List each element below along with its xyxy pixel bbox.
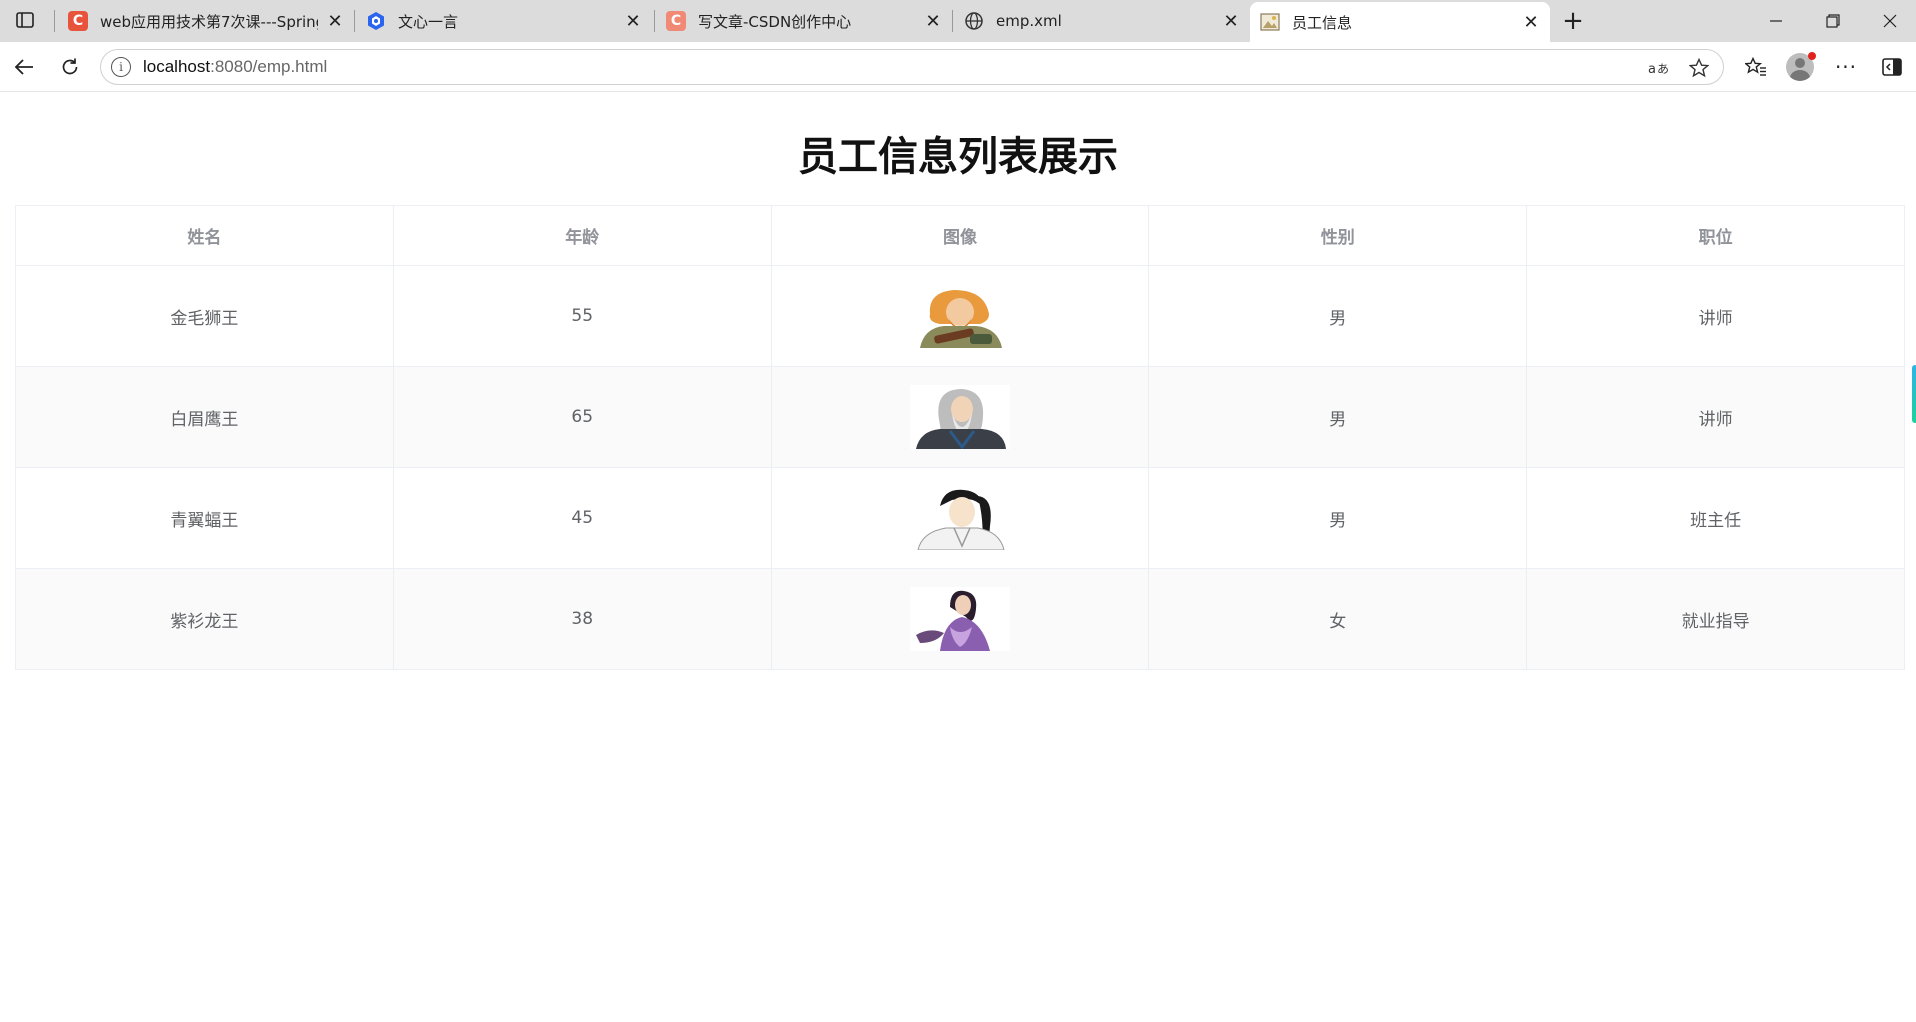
tab-strip: C web应用用技术第7次课---SpringBo ✕ 文心一言 ✕ C 写文章… [0,0,1916,42]
employee-table: 姓名 年龄 图像 性别 职位 金毛狮王 55 男 讲师 白眉鹰王 65 男 讲师… [15,205,1905,670]
svg-text:あ: あ [1657,62,1669,76]
restore-button[interactable] [1805,0,1861,42]
tab-title: 员工信息 [1292,13,1353,32]
cell-image [770,568,1150,670]
sidebar-icon[interactable] [1876,51,1908,83]
minimize-button[interactable] [1748,0,1804,42]
csdn-icon: C [666,11,686,31]
csdn-icon: C [68,11,88,31]
cell-job: 讲师 [1526,265,1905,367]
cell-age: 65 [392,366,772,468]
cell-name: 金毛狮王 [15,265,394,367]
cell-name: 白眉鹰王 [15,366,394,468]
tab-wenxin[interactable]: 文心一言 ✕ [356,4,652,38]
tab-title: web应用用技术第7次课---SpringBo [100,12,318,31]
wenxin-icon [366,11,386,31]
tab-csdn-write[interactable]: C 写文章-CSDN创作中心 ✕ [656,4,952,38]
close-icon[interactable]: ✕ [922,10,944,32]
table-row: 紫衫龙王 38 女 就业指导 [15,568,1905,670]
cell-gender: 男 [1148,265,1528,367]
more-options-icon[interactable]: ··· [1830,51,1862,83]
cell-gender: 男 [1148,366,1528,468]
address-bar[interactable]: i localhost:8080/emp.html aあ [100,49,1724,85]
tab-title: 写文章-CSDN创作中心 [698,12,852,31]
tab-springboot[interactable]: C web应用用技术第7次课---SpringBo ✕ [58,4,354,38]
cell-name: 紫衫龙王 [15,568,394,670]
sidebar-toggle-icon[interactable] [10,7,40,33]
page-content: 员工信息列表展示 姓名 年龄 图像 性别 职位 金毛狮王 55 男 讲师 白眉鹰… [4,92,1916,1022]
tab-title: emp.xml [996,12,1062,30]
column-header-name: 姓名 [15,205,394,266]
read-aloud-icon[interactable]: aあ [1647,56,1671,80]
browser-toolbar: i localhost:8080/emp.html aあ ··· [0,42,1916,92]
close-window-button[interactable] [1862,0,1916,42]
cell-job: 就业指导 [1526,568,1905,670]
purple-robe-dragon-king-avatar [909,587,1010,651]
image-icon [1260,12,1280,32]
refresh-icon[interactable] [54,51,86,83]
tab-title: 文心一言 [398,12,459,31]
table-header-row: 姓名 年龄 图像 性别 职位 [15,205,1905,266]
table-row: 金毛狮王 55 男 讲师 [15,265,1905,367]
cell-name: 青翼蝠王 [15,467,394,569]
cell-age: 38 [392,568,772,670]
back-arrow-icon[interactable] [8,51,40,83]
cell-job: 讲师 [1526,366,1905,468]
table-row: 白眉鹰王 65 男 讲师 [15,366,1905,468]
close-icon[interactable]: ✕ [622,10,644,32]
cell-gender: 女 [1148,568,1528,670]
close-icon[interactable]: ✕ [1520,11,1542,33]
info-icon[interactable]: i [111,57,131,77]
cell-job: 班主任 [1526,467,1905,569]
column-header-age: 年龄 [392,205,772,266]
column-header-image: 图像 [770,205,1150,266]
cell-gender: 男 [1148,467,1528,569]
notification-dot [1808,52,1816,60]
table-row: 青翼蝠王 45 男 班主任 [15,467,1905,569]
scrollbar-thumb[interactable] [1912,365,1916,423]
column-header-job: 职位 [1526,205,1905,266]
favorite-star-icon[interactable] [1687,56,1711,80]
tab-emp-xml[interactable]: emp.xml ✕ [954,4,1250,38]
new-tab-button[interactable]: + [1558,6,1588,36]
cell-image [770,265,1150,367]
close-icon[interactable]: ✕ [1220,10,1242,32]
golden-lion-king-avatar [909,284,1010,348]
globe-icon [964,11,984,31]
url-text: localhost:8080/emp.html [143,57,328,76]
tab-employee-info[interactable]: 员工信息 ✕ [1250,2,1550,42]
cell-image [770,366,1150,468]
favorites-icon[interactable] [1740,51,1772,83]
close-icon[interactable]: ✕ [324,10,346,32]
green-wing-bat-king-avatar [909,486,1010,550]
svg-text:a: a [1648,62,1656,76]
white-eyebrow-eagle-king-avatar [909,385,1010,449]
column-header-gender: 性别 [1148,205,1528,266]
cell-image [770,467,1150,569]
page-title: 员工信息列表展示 [798,134,1118,180]
cell-age: 45 [392,467,772,569]
cell-age: 55 [392,265,772,367]
